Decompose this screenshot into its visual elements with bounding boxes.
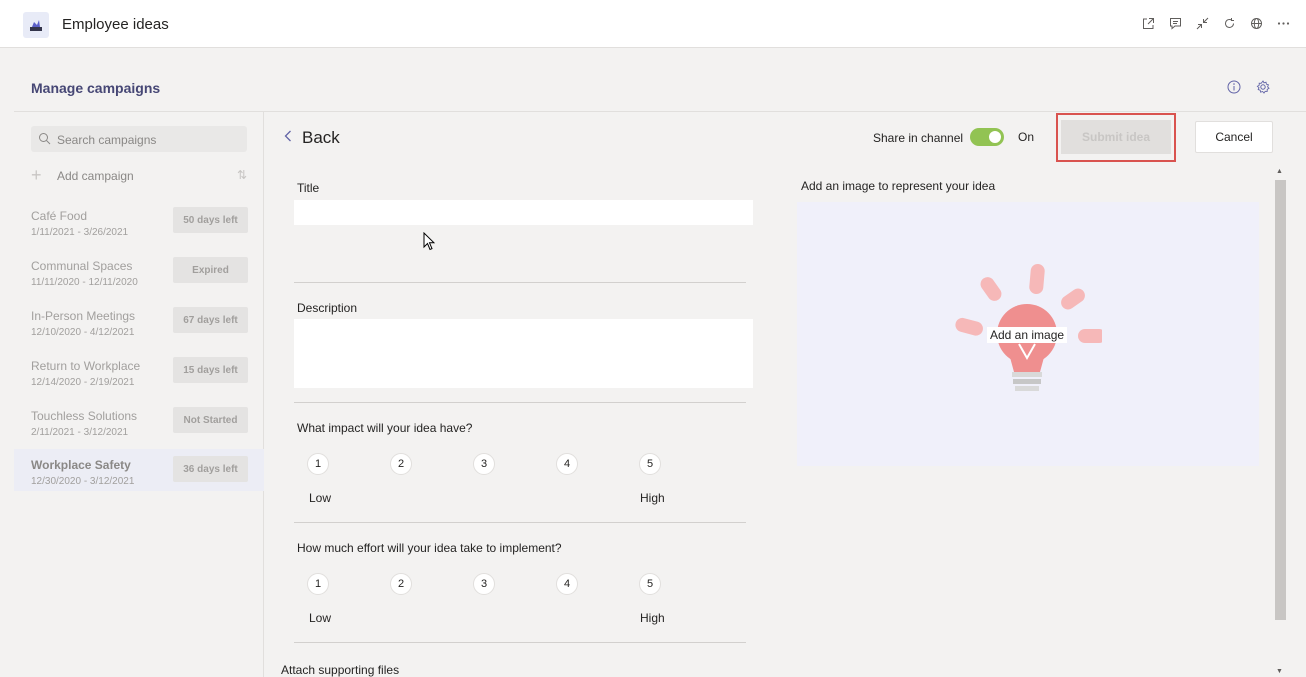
campaign-status-badge: Expired xyxy=(173,257,248,283)
campaign-dates: 2/11/2021 - 3/12/2021 xyxy=(31,427,129,438)
chat-icon[interactable] xyxy=(1167,13,1184,33)
toggle-state-label: On xyxy=(1018,130,1035,144)
section-divider xyxy=(294,642,746,643)
employee-ideas-app-icon xyxy=(23,12,49,38)
effort-rating: 1 2 3 4 5 xyxy=(307,573,661,595)
campaign-name: In-Person Meetings xyxy=(31,309,136,323)
campaign-status-badge: 15 days left xyxy=(173,357,248,383)
impact-rating-5[interactable]: 5 xyxy=(639,453,661,475)
impact-rating-2[interactable]: 2 xyxy=(390,453,412,475)
campaign-status-badge: Not Started xyxy=(173,407,248,433)
title-input[interactable] xyxy=(294,200,753,225)
mouse-cursor-icon xyxy=(423,231,436,254)
impact-rating-1[interactable]: 1 xyxy=(307,453,329,475)
campaign-item-return-to-workplace[interactable]: Return to Workplace 12/14/2020 - 2/19/20… xyxy=(14,357,264,401)
campaign-dates: 12/30/2020 - 3/12/2021 xyxy=(31,476,135,487)
campaign-name: Touchless Solutions xyxy=(31,409,138,423)
add-image-button[interactable]: Add an image xyxy=(987,327,1068,343)
section-divider xyxy=(294,522,746,523)
collapse-icon[interactable] xyxy=(1194,13,1211,33)
share-in-channel-label: Share in channel xyxy=(873,131,964,145)
add-campaign-label: Add campaign xyxy=(57,169,134,183)
image-upload-area[interactable]: Add an image xyxy=(797,202,1259,466)
chevron-left-icon xyxy=(284,129,292,147)
scroll-down-icon[interactable]: ▼ xyxy=(1276,668,1283,675)
back-button[interactable]: Back xyxy=(284,128,340,148)
search-icon xyxy=(38,132,51,148)
toggle-knob xyxy=(989,131,1001,143)
back-label: Back xyxy=(302,128,340,147)
search-campaigns-input[interactable]: Search campaigns xyxy=(31,126,247,152)
more-icon[interactable] xyxy=(1275,13,1292,33)
effort-rating-2[interactable]: 2 xyxy=(390,573,412,595)
search-placeholder: Search campaigns xyxy=(57,133,157,147)
attach-files-label: Attach supporting files xyxy=(281,663,400,677)
impact-high-label: High xyxy=(640,491,665,505)
campaign-item-in-person-meetings[interactable]: In-Person Meetings 12/10/2020 - 4/12/202… xyxy=(14,307,264,351)
impact-question: What impact will your idea have? xyxy=(297,421,473,435)
app-header-bar: Employee ideas xyxy=(0,0,1306,48)
app-title: Employee ideas xyxy=(62,16,169,33)
effort-rating-5[interactable]: 5 xyxy=(639,573,661,595)
description-label: Description xyxy=(297,301,358,315)
popout-icon[interactable] xyxy=(1140,13,1157,33)
campaign-dates: 12/14/2020 - 2/19/2021 xyxy=(31,377,135,388)
campaign-dates: 1/11/2021 - 3/26/2021 xyxy=(31,227,129,238)
settings-gear-icon[interactable] xyxy=(1255,79,1271,95)
campaign-status-badge: 50 days left xyxy=(173,207,248,233)
effort-rating-3[interactable]: 3 xyxy=(473,573,495,595)
effort-high-label: High xyxy=(640,611,665,625)
share-in-channel-toggle[interactable] xyxy=(970,128,1004,146)
section-divider xyxy=(294,402,746,403)
page-title: Manage campaigns xyxy=(31,80,161,96)
cancel-button[interactable]: Cancel xyxy=(1195,121,1273,153)
campaign-item-communal-spaces[interactable]: Communal Spaces 11/11/2020 - 12/11/2020 … xyxy=(14,257,264,301)
effort-question: How much effort will your idea take to i… xyxy=(297,541,562,555)
campaign-item-touchless-solutions[interactable]: Touchless Solutions 2/11/2021 - 3/12/202… xyxy=(14,407,264,451)
campaign-name: Communal Spaces xyxy=(31,259,133,273)
campaign-name: Workplace Safety xyxy=(31,458,131,472)
impact-rating: 1 2 3 4 5 xyxy=(307,453,661,475)
image-section-label: Add an image to represent your idea xyxy=(801,179,996,193)
impact-low-label: Low xyxy=(309,491,332,505)
header-divider xyxy=(14,111,1306,112)
plus-icon: + xyxy=(31,165,42,185)
sort-icon[interactable]: ⇅ xyxy=(237,168,247,182)
campaign-item-cafe-food[interactable]: Café Food 1/11/2021 - 3/26/2021 50 days … xyxy=(14,207,264,251)
submit-highlight-box: Submit idea xyxy=(1056,113,1176,162)
campaign-dates: 12/10/2020 - 4/12/2021 xyxy=(31,327,135,338)
scroll-up-icon[interactable]: ▲ xyxy=(1276,168,1283,175)
title-label: Title xyxy=(297,181,320,195)
refresh-icon[interactable] xyxy=(1221,13,1238,33)
section-divider xyxy=(294,282,746,283)
impact-rating-4[interactable]: 4 xyxy=(556,453,578,475)
globe-icon[interactable] xyxy=(1248,13,1265,33)
add-campaign-button[interactable]: + Add campaign ⇅ xyxy=(31,165,247,185)
impact-rating-3[interactable]: 3 xyxy=(473,453,495,475)
info-icon[interactable] xyxy=(1226,79,1242,95)
campaign-dates: 11/11/2020 - 12/11/2020 xyxy=(31,277,138,288)
scrollbar-thumb[interactable] xyxy=(1275,180,1286,620)
campaign-name: Café Food xyxy=(31,209,88,223)
campaign-status-badge: 67 days left xyxy=(173,307,248,333)
description-input[interactable] xyxy=(294,319,753,388)
campaign-status-badge: 36 days left xyxy=(173,456,248,482)
effort-rating-1[interactable]: 1 xyxy=(307,573,329,595)
campaign-item-workplace-safety[interactable]: Workplace Safety 12/30/2020 - 3/12/2021 … xyxy=(14,449,264,491)
submit-idea-button[interactable]: Submit idea xyxy=(1061,120,1171,154)
effort-low-label: Low xyxy=(309,611,332,625)
campaign-name: Return to Workplace xyxy=(31,359,141,373)
effort-rating-4[interactable]: 4 xyxy=(556,573,578,595)
